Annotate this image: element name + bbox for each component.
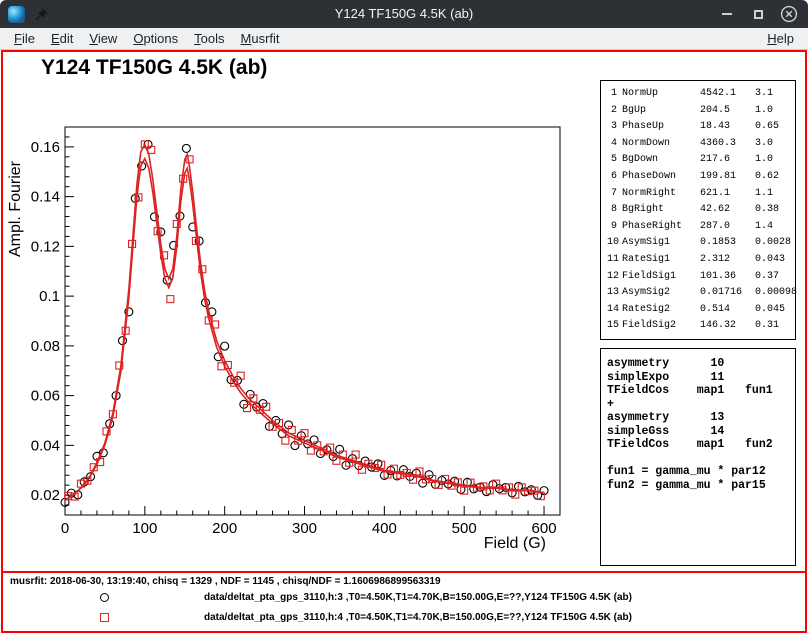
svg-text:0.16: 0.16 xyxy=(31,139,60,156)
close-button[interactable] xyxy=(780,5,798,23)
minimize-icon xyxy=(722,13,732,15)
svg-text:0.1: 0.1 xyxy=(39,288,60,305)
theory-text: asymmetry 10 simplExpo 11 TFieldCos map1… xyxy=(607,357,789,492)
legend-row: data/deltat_pta_gps_3110,h:4 ,T0=4.50K,T… xyxy=(3,610,805,626)
fit-parameters-box[interactable]: 1NormUp4542.13.12BgUp204.51.03PhaseUp18.… xyxy=(600,80,796,340)
param-row: 13AsymSig20.017160.00098 xyxy=(607,285,791,302)
param-row: 15FieldSig2146.320.31 xyxy=(607,318,791,335)
param-row: 8BgRight42.620.38 xyxy=(607,202,791,219)
window-title: Y124 TF150G 4.5K (ab) xyxy=(0,0,808,28)
svg-text:100: 100 xyxy=(132,520,157,537)
fit-info-status: musrfit: 2018-06-30, 13:19:40, chisq = 1… xyxy=(10,576,441,587)
svg-text:0.02: 0.02 xyxy=(31,487,60,504)
svg-text:Ampl. Fourier: Ampl. Fourier xyxy=(7,160,24,257)
svg-text:0.06: 0.06 xyxy=(31,388,60,405)
param-row: 12FieldSig1101.360.37 xyxy=(607,269,791,286)
param-row: 7NormRight621.11.1 xyxy=(607,186,791,203)
legend-label: data/deltat_pta_gps_3110,h:4 ,T0=4.50K,T… xyxy=(204,612,632,623)
minimize-button[interactable] xyxy=(718,5,736,23)
maximize-icon xyxy=(754,10,763,19)
menu-file[interactable]: File xyxy=(6,29,43,48)
legend-label: data/deltat_pta_gps_3110,h:3 ,T0=4.50K,T… xyxy=(204,592,632,603)
param-row: 1NormUp4542.13.1 xyxy=(607,86,791,103)
pad-separator xyxy=(3,571,805,573)
titlebar: Y124 TF150G 4.5K (ab) xyxy=(0,0,808,28)
menu-edit[interactable]: Edit xyxy=(43,29,81,48)
circle-marker-icon xyxy=(100,593,109,602)
param-row: 10AsymSig10.18530.0028 xyxy=(607,235,791,252)
menu-musrfit[interactable]: Musrfit xyxy=(233,29,288,48)
menubar: FileEditViewOptionsToolsMusrfit Help xyxy=(0,28,808,50)
theory-box[interactable]: asymmetry 10 simplExpo 11 TFieldCos map1… xyxy=(600,348,796,566)
param-row: 2BgUp204.51.0 xyxy=(607,103,791,120)
menu-tools[interactable]: Tools xyxy=(186,29,232,48)
svg-text:500: 500 xyxy=(452,520,477,537)
application-window: Y124 TF150G 4.5K (ab) FileEditViewOption… xyxy=(0,0,808,633)
root-canvas[interactable]: Y124 TF150G 4.5K (ab) 010020030040050060… xyxy=(1,50,807,633)
param-row: 11RateSig12.3120.043 xyxy=(607,252,791,269)
svg-text:200: 200 xyxy=(212,520,237,537)
menu-help[interactable]: Help xyxy=(759,29,802,48)
plot-title: Y124 TF150G 4.5K (ab) xyxy=(41,56,267,80)
menu-view[interactable]: View xyxy=(81,29,125,48)
svg-text:0.12: 0.12 xyxy=(31,238,60,255)
param-row: 9PhaseRight287.01.4 xyxy=(607,219,791,236)
svg-text:Field (G): Field (G) xyxy=(484,535,546,552)
svg-text:0.08: 0.08 xyxy=(31,338,60,355)
fourier-plot[interactable]: 01002003004005006000.020.040.060.080.10.… xyxy=(5,114,580,564)
svg-text:0: 0 xyxy=(61,520,69,537)
menu-options[interactable]: Options xyxy=(125,29,186,48)
square-marker-icon xyxy=(100,613,109,622)
param-row: 6PhaseDown199.810.62 xyxy=(607,169,791,186)
param-row: 3PhaseUp18.430.65 xyxy=(607,119,791,136)
svg-text:0.04: 0.04 xyxy=(31,437,60,454)
param-row: 5BgDown217.61.0 xyxy=(607,152,791,169)
svg-text:300: 300 xyxy=(292,520,317,537)
svg-text:0.14: 0.14 xyxy=(31,189,60,206)
svg-text:400: 400 xyxy=(372,520,397,537)
close-icon xyxy=(780,5,798,23)
param-row: 14RateSig20.5140.045 xyxy=(607,302,791,319)
param-row: 4NormDown4360.33.0 xyxy=(607,136,791,153)
legend-row: data/deltat_pta_gps_3110,h:3 ,T0=4.50K,T… xyxy=(3,590,805,606)
maximize-button[interactable] xyxy=(749,5,767,23)
